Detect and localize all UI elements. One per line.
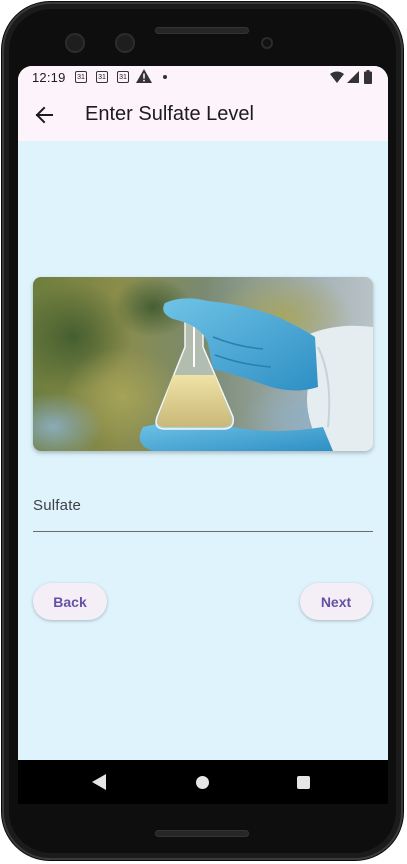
warning-icon bbox=[136, 69, 152, 83]
nav-back-icon[interactable] bbox=[92, 774, 106, 790]
status-time: 12:19 bbox=[32, 70, 66, 85]
back-button[interactable]: Back bbox=[33, 583, 107, 620]
front-sensor-icon bbox=[115, 33, 135, 53]
status-bar: 12:19 31 31 31 bbox=[18, 66, 388, 90]
arrow-left-icon[interactable] bbox=[34, 105, 54, 125]
sulfate-input-underline bbox=[33, 531, 373, 532]
nav-home-icon[interactable] bbox=[196, 776, 209, 789]
top-app-bar: Enter Sulfate Level bbox=[18, 90, 388, 141]
proximity-sensor-icon bbox=[261, 37, 273, 49]
calendar-icon: 31 bbox=[75, 71, 87, 83]
front-camera-icon bbox=[65, 33, 85, 53]
signal-icon bbox=[347, 71, 359, 83]
page-title: Enter Sulfate Level bbox=[85, 103, 254, 125]
system-navigation-bar bbox=[18, 760, 388, 804]
dot-icon bbox=[163, 75, 167, 79]
sulfate-sample-image bbox=[33, 277, 373, 451]
flask-illustration bbox=[33, 277, 373, 451]
calendar-icon: 31 bbox=[117, 71, 129, 83]
battery-icon bbox=[364, 70, 372, 84]
nav-recents-icon[interactable] bbox=[297, 776, 310, 789]
bottom-speaker bbox=[155, 830, 249, 837]
wifi-icon bbox=[330, 71, 344, 83]
next-button[interactable]: Next bbox=[300, 583, 372, 620]
sulfate-input[interactable] bbox=[33, 486, 377, 534]
earpiece-speaker bbox=[155, 27, 249, 34]
calendar-icon: 31 bbox=[96, 71, 108, 83]
app-screen: 12:19 31 31 31 Enter Sulfate Level Sulfa… bbox=[18, 66, 388, 760]
